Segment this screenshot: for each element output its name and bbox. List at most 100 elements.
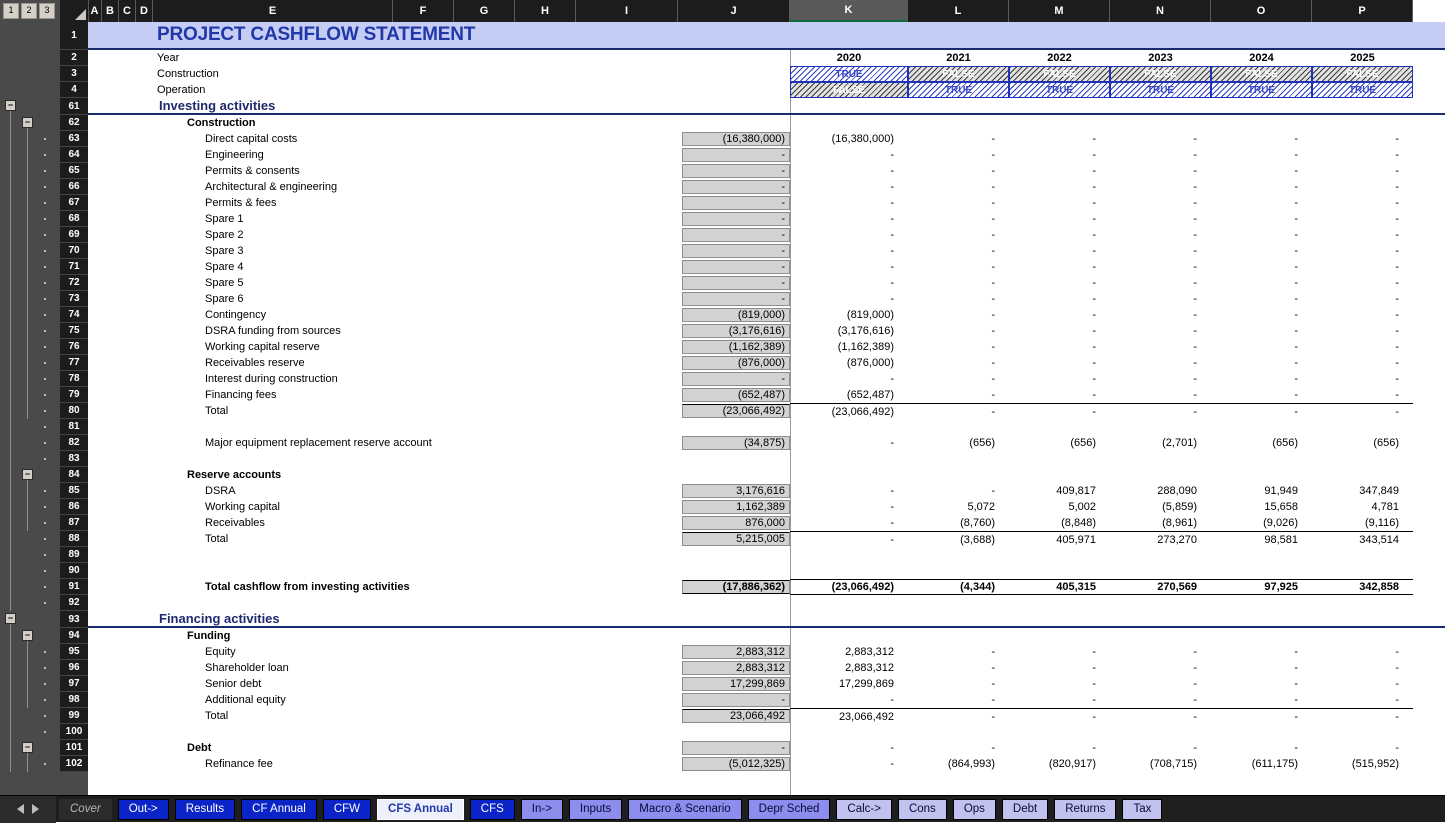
value-cell-N[interactable] (1110, 595, 1211, 611)
value-cell-K[interactable]: - (790, 483, 908, 499)
input-cell-J[interactable]: - (678, 740, 790, 756)
value-cell-P[interactable]: - (1312, 227, 1413, 243)
value-cell-O[interactable]: - (1211, 163, 1312, 179)
value-cell-M[interactable]: - (1009, 644, 1110, 660)
value-cell-P[interactable]: - (1312, 740, 1413, 756)
input-cell-J[interactable]: - (678, 211, 790, 227)
value-cell-O[interactable]: - (1211, 676, 1312, 692)
row-header-83[interactable]: 83 (60, 451, 88, 467)
value-cell-O[interactable]: - (1211, 355, 1312, 371)
value-cell-P[interactable]: - (1312, 323, 1413, 339)
value-cell-K[interactable]: - (790, 275, 908, 291)
value-cell-P[interactable]: - (1312, 163, 1413, 179)
row-header-68[interactable]: 68 (60, 211, 88, 227)
value-cell-K[interactable]: 2,883,312 (790, 660, 908, 676)
value-cell-K[interactable] (790, 115, 908, 131)
row-header-96[interactable]: 96 (60, 660, 88, 676)
value-cell-O[interactable]: - (1211, 275, 1312, 291)
row-header-73[interactable]: 73 (60, 291, 88, 307)
value-cell-O[interactable] (1211, 628, 1312, 644)
column-header-A[interactable]: A (88, 0, 102, 22)
value-cell-N[interactable]: 270,569 (1110, 579, 1211, 595)
value-cell-M[interactable]: (820,917) (1009, 756, 1110, 772)
value-cell-N[interactable]: - (1110, 131, 1211, 147)
sheet-tab-tax[interactable]: Tax (1122, 799, 1162, 820)
value-cell-N[interactable]: - (1110, 227, 1211, 243)
value-cell-M[interactable] (1009, 419, 1110, 435)
value-cell-K[interactable]: - (790, 740, 908, 756)
row-header-61[interactable]: 61 (60, 98, 88, 115)
row-header-93[interactable]: 93 (60, 611, 88, 628)
value-cell-M[interactable]: - (1009, 131, 1110, 147)
value-cell-N[interactable]: - (1110, 644, 1211, 660)
value-cell-M[interactable]: (656) (1009, 435, 1110, 451)
input-cell-J[interactable] (678, 115, 790, 131)
value-cell-K[interactable] (790, 419, 908, 435)
value-cell-O[interactable]: - (1211, 339, 1312, 355)
value-cell-P[interactable] (1312, 547, 1413, 563)
value-cell-M[interactable]: - (1009, 692, 1110, 708)
value-cell-M[interactable]: - (1009, 147, 1110, 163)
value-cell-K[interactable]: - (790, 179, 908, 195)
column-header-M[interactable]: M (1009, 0, 1110, 22)
value-cell-P[interactable]: - (1312, 644, 1413, 660)
value-cell-P[interactable]: - (1312, 195, 1413, 211)
column-header-N[interactable]: N (1110, 0, 1211, 22)
value-cell-M[interactable]: - (1009, 211, 1110, 227)
row-header-87[interactable]: 87 (60, 515, 88, 531)
value-cell-M[interactable] (1009, 451, 1110, 467)
value-cell-L[interactable] (908, 115, 1009, 131)
input-cell-J[interactable]: (23,066,492) (678, 403, 790, 419)
value-cell-K[interactable]: - (790, 243, 908, 259)
value-cell-P[interactable] (1312, 595, 1413, 611)
value-cell-P[interactable] (1312, 628, 1413, 644)
value-cell-O[interactable] (1211, 451, 1312, 467)
sheet-cells[interactable]: PROJECT CASHFLOW STATEMENTYear2020202120… (88, 22, 1445, 795)
value-cell-L[interactable]: - (908, 307, 1009, 323)
value-cell-O[interactable]: - (1211, 227, 1312, 243)
sheet-tab-ops[interactable]: Ops (953, 799, 996, 820)
input-cell-J[interactable]: 5,215,005 (678, 531, 790, 547)
sheet-tab-cons[interactable]: Cons (898, 799, 947, 820)
value-cell-O[interactable]: - (1211, 179, 1312, 195)
value-cell-L[interactable]: - (908, 708, 1009, 724)
value-cell-O[interactable]: 15,658 (1211, 499, 1312, 515)
column-header-J[interactable]: J (678, 0, 790, 22)
input-cell-J[interactable]: - (678, 243, 790, 259)
input-cell-J[interactable] (678, 595, 790, 611)
row-header-77[interactable]: 77 (60, 355, 88, 371)
value-cell-P[interactable] (1312, 98, 1413, 113)
row-numbers[interactable]: 1234616263646566676869707172737475767778… (60, 22, 88, 772)
value-cell-N[interactable]: - (1110, 387, 1211, 403)
value-cell-M[interactable]: - (1009, 259, 1110, 275)
sheet-tab-macro-scenario[interactable]: Macro & Scenario (628, 799, 741, 820)
value-cell-P[interactable]: - (1312, 403, 1413, 419)
input-cell-J[interactable] (678, 611, 790, 626)
value-cell-P[interactable]: - (1312, 307, 1413, 323)
value-cell-M[interactable] (1009, 115, 1110, 131)
input-cell-J[interactable] (678, 628, 790, 644)
value-cell-K[interactable]: (876,000) (790, 355, 908, 371)
value-cell-M[interactable]: - (1009, 371, 1110, 387)
row-header-70[interactable]: 70 (60, 243, 88, 259)
value-cell-K[interactable]: 2,883,312 (790, 644, 908, 660)
value-cell-L[interactable] (908, 467, 1009, 483)
collapse-financing-activities-button[interactable]: − (5, 613, 16, 624)
value-cell-L[interactable] (908, 595, 1009, 611)
value-cell-O[interactable]: - (1211, 371, 1312, 387)
value-cell-O[interactable] (1211, 595, 1312, 611)
row-header-62[interactable]: 62 (60, 115, 88, 131)
value-cell-M[interactable]: - (1009, 339, 1110, 355)
column-header-G[interactable]: G (454, 0, 515, 22)
sheet-tab-results[interactable]: Results (175, 799, 235, 820)
value-cell-M[interactable] (1009, 611, 1110, 626)
value-cell-L[interactable]: - (908, 692, 1009, 708)
row-header-85[interactable]: 85 (60, 483, 88, 499)
row-header-3[interactable]: 3 (60, 66, 88, 82)
value-cell-L[interactable]: - (908, 371, 1009, 387)
input-cell-J[interactable]: - (678, 179, 790, 195)
column-header-O[interactable]: O (1211, 0, 1312, 22)
value-cell-N[interactable] (1110, 419, 1211, 435)
value-cell-N[interactable]: 273,270 (1110, 531, 1211, 547)
input-cell-J[interactable] (678, 724, 790, 740)
